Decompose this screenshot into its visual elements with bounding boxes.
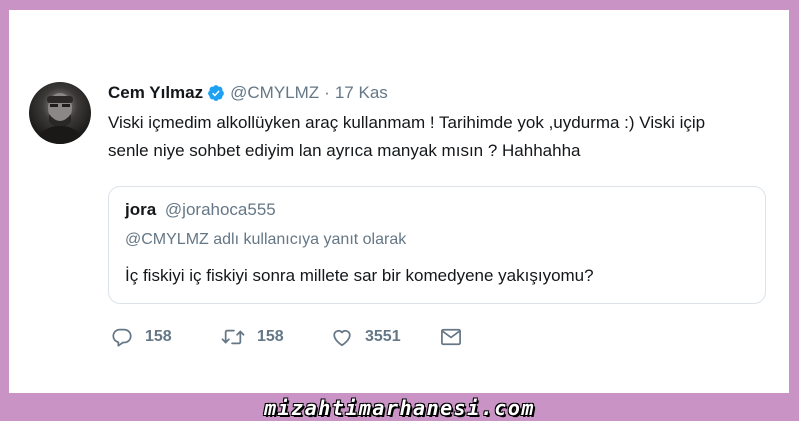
reply-icon [111,326,133,348]
tweet-header: Cem Yılmaz @CMYLMZ · 17 Kas [108,81,388,105]
quoted-tweet-text: İç fiskiyi iç fiskiyi sonra millete sar … [125,266,594,285]
tweet-text: Viski içmedim alkollüyken araç kullanmam… [108,109,768,165]
tweet-actions: 158 158 3551 [111,324,470,350]
like-icon [331,326,353,348]
tweet-card: Cem Yılmaz @CMYLMZ · 17 Kas Viski içmedi… [9,10,789,393]
reply-button[interactable]: 158 [111,326,221,348]
tweet-date[interactable]: 17 Kas [335,83,388,103]
avatar[interactable] [29,82,91,144]
separator-dot: · [324,83,330,102]
like-button[interactable]: 3551 [331,326,440,348]
quoted-tweet[interactable]: jora @jorahoca555 @CMYLMZ adlı kullanıcı… [108,186,766,304]
like-count: 3551 [365,328,401,345]
verified-badge-icon [207,84,225,102]
tweet-text-line: Viski içmedim alkollüyken araç kullanmam… [108,113,706,132]
message-icon [440,327,462,347]
reply-count: 158 [145,328,172,345]
reply-context: @CMYLMZ adlı kullanıcıya yanıt olarak [125,231,407,248]
retweet-icon [221,326,245,348]
author-handle[interactable]: @CMYLMZ [230,83,319,103]
direct-message-button[interactable] [440,327,470,347]
tweet-text-line: senle niye sohbet ediyim lan ayrıca many… [108,141,581,160]
author-name[interactable]: Cem Yılmaz [108,83,203,103]
quoted-author-handle: @jorahoca555 [164,200,276,219]
avatar-photo [35,93,85,144]
quoted-author-name: jora [125,200,157,219]
retweet-count: 158 [257,328,284,345]
watermark-text: mizahtimarhanesi.com [264,396,535,420]
quoted-tweet-header: jora @jorahoca555 [125,200,276,220]
retweet-button[interactable]: 158 [221,326,331,348]
